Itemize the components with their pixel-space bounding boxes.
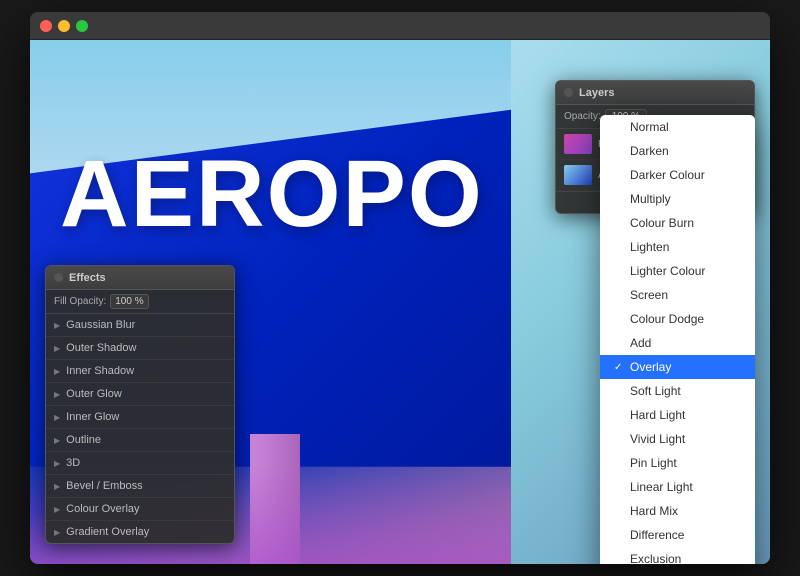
aero-text: AEROPO [60, 140, 484, 249]
blend-mode-item-colour-dodge[interactable]: Colour Dodge [600, 307, 755, 331]
effect-item-inner-shadow[interactable]: ▶ Inner Shadow [46, 360, 234, 383]
effects-traffic-lights [54, 273, 63, 282]
effect-item-gaussian-blur[interactable]: ▶ Gaussian Blur [46, 314, 234, 337]
blend-mode-item-linear-light[interactable]: Linear Light [600, 475, 755, 499]
effect-item-gradient-overlay[interactable]: ▶ Gradient Overlay [46, 521, 234, 543]
blend-mode-item-overlay[interactable]: ✓ Overlay [600, 355, 755, 379]
title-bar [30, 12, 770, 40]
blend-mode-item-darken[interactable]: Darken [600, 139, 755, 163]
blend-mode-label: Difference [630, 528, 684, 542]
layers-header: Layers [556, 81, 754, 105]
blend-mode-item-hard-mix[interactable]: Hard Mix [600, 499, 755, 523]
effect-arrow: ▶ [54, 413, 60, 422]
effects-title: Effects [69, 272, 106, 284]
maximize-button[interactable] [76, 20, 88, 32]
blend-mode-label: Lighter Colour [630, 264, 705, 278]
effect-name: Bevel / Emboss [66, 480, 142, 492]
fill-opacity-value[interactable]: 100 % [110, 294, 148, 309]
fill-opacity-row: Fill Opacity: 100 % [46, 290, 234, 314]
effect-arrow: ▶ [54, 528, 60, 537]
effect-arrow: ▶ [54, 321, 60, 330]
blend-mode-label: Overlay [630, 360, 671, 374]
effect-arrow: ▶ [54, 344, 60, 353]
effect-item-outer-glow[interactable]: ▶ Outer Glow [46, 383, 234, 406]
canvas-area: AEROPO Effects Fill Opacity: 100 % ▶ Gaus… [30, 40, 770, 564]
blend-mode-label: Lighten [630, 240, 669, 254]
traffic-lights [40, 20, 88, 32]
blend-mode-item-normal[interactable]: Normal [600, 115, 755, 139]
blend-mode-item-colour-burn[interactable]: Colour Burn [600, 211, 755, 235]
effect-arrow: ▶ [54, 482, 60, 491]
blend-mode-label: Multiply [630, 192, 671, 206]
blend-mode-item-lighten[interactable]: Lighten [600, 235, 755, 259]
effect-item-bevel-/-emboss[interactable]: ▶ Bevel / Emboss [46, 475, 234, 498]
blend-mode-label: Add [630, 336, 651, 350]
blend-mode-dropdown: Normal Darken Darker Colour Multiply Colour … [600, 115, 755, 564]
effects-dot [54, 273, 63, 282]
blend-mode-label: Darker Colour [630, 168, 705, 182]
layer-thumbnail [564, 134, 592, 154]
blend-mode-item-difference[interactable]: Difference [600, 523, 755, 547]
blend-mode-label: Darken [630, 144, 669, 158]
effect-arrow: ▶ [54, 390, 60, 399]
effects-panel: Effects Fill Opacity: 100 % ▶ Gaussian Bl… [45, 265, 235, 544]
blend-mode-item-darker-colour[interactable]: Darker Colour [600, 163, 755, 187]
blend-mode-item-pin-light[interactable]: Pin Light [600, 451, 755, 475]
effect-name: Outline [66, 434, 101, 446]
effect-arrow: ▶ [54, 436, 60, 445]
effect-name: Gaussian Blur [66, 319, 135, 331]
layer-thumbnail [564, 165, 592, 185]
effect-item-outer-shadow[interactable]: ▶ Outer Shadow [46, 337, 234, 360]
blend-mode-label: Soft Light [630, 384, 681, 398]
blend-mode-label: Exclusion [630, 552, 681, 564]
blend-checkmark: ✓ [614, 362, 624, 373]
effect-name: Inner Shadow [66, 365, 134, 377]
blend-mode-label: Colour Burn [630, 216, 694, 230]
opacity-label: Opacity: [564, 111, 601, 122]
close-button[interactable] [40, 20, 52, 32]
blend-mode-label: Normal [630, 120, 669, 134]
effect-arrow: ▶ [54, 367, 60, 376]
effect-arrow: ▶ [54, 459, 60, 468]
blend-mode-label: Linear Light [630, 480, 693, 494]
blend-mode-list: Normal Darken Darker Colour Multiply Colour … [600, 115, 755, 564]
effects-header: Effects [46, 266, 234, 290]
blend-mode-label: Vivid Light [630, 432, 685, 446]
effect-item-3d[interactable]: ▶ 3D [46, 452, 234, 475]
blend-mode-label: Pin Light [630, 456, 677, 470]
effect-name: Outer Shadow [66, 342, 136, 354]
layers-title: Layers [579, 87, 614, 99]
blend-mode-item-vivid-light[interactable]: Vivid Light [600, 427, 755, 451]
blend-mode-item-exclusion[interactable]: Exclusion [600, 547, 755, 564]
minimize-button[interactable] [58, 20, 70, 32]
effect-name: Colour Overlay [66, 503, 139, 515]
effect-name: Outer Glow [66, 388, 122, 400]
fill-opacity-label: Fill Opacity: [54, 296, 106, 307]
layers-dot [564, 88, 573, 97]
effect-item-inner-glow[interactable]: ▶ Inner Glow [46, 406, 234, 429]
blend-mode-label: Hard Light [630, 408, 685, 422]
blend-mode-item-lighter-colour[interactable]: Lighter Colour [600, 259, 755, 283]
blend-mode-item-hard-light[interactable]: Hard Light [600, 403, 755, 427]
blend-mode-item-multiply[interactable]: Multiply [600, 187, 755, 211]
effect-item-colour-overlay[interactable]: ▶ Colour Overlay [46, 498, 234, 521]
effects-list: ▶ Gaussian Blur ▶ Outer Shadow ▶ Inner Shadow… [46, 314, 234, 543]
effect-name: Gradient Overlay [66, 526, 149, 538]
effect-name: 3D [66, 457, 80, 469]
blend-mode-item-screen[interactable]: Screen [600, 283, 755, 307]
effect-name: Inner Glow [66, 411, 119, 423]
effect-arrow: ▶ [54, 505, 60, 514]
blend-mode-label: Screen [630, 288, 668, 302]
main-window: AEROPO Effects Fill Opacity: 100 % ▶ Gaus… [30, 12, 770, 564]
blend-mode-item-add[interactable]: Add [600, 331, 755, 355]
blend-mode-item-soft-light[interactable]: Soft Light [600, 379, 755, 403]
blend-mode-label: Colour Dodge [630, 312, 704, 326]
effect-item-outline[interactable]: ▶ Outline [46, 429, 234, 452]
blend-mode-label: Hard Mix [630, 504, 678, 518]
